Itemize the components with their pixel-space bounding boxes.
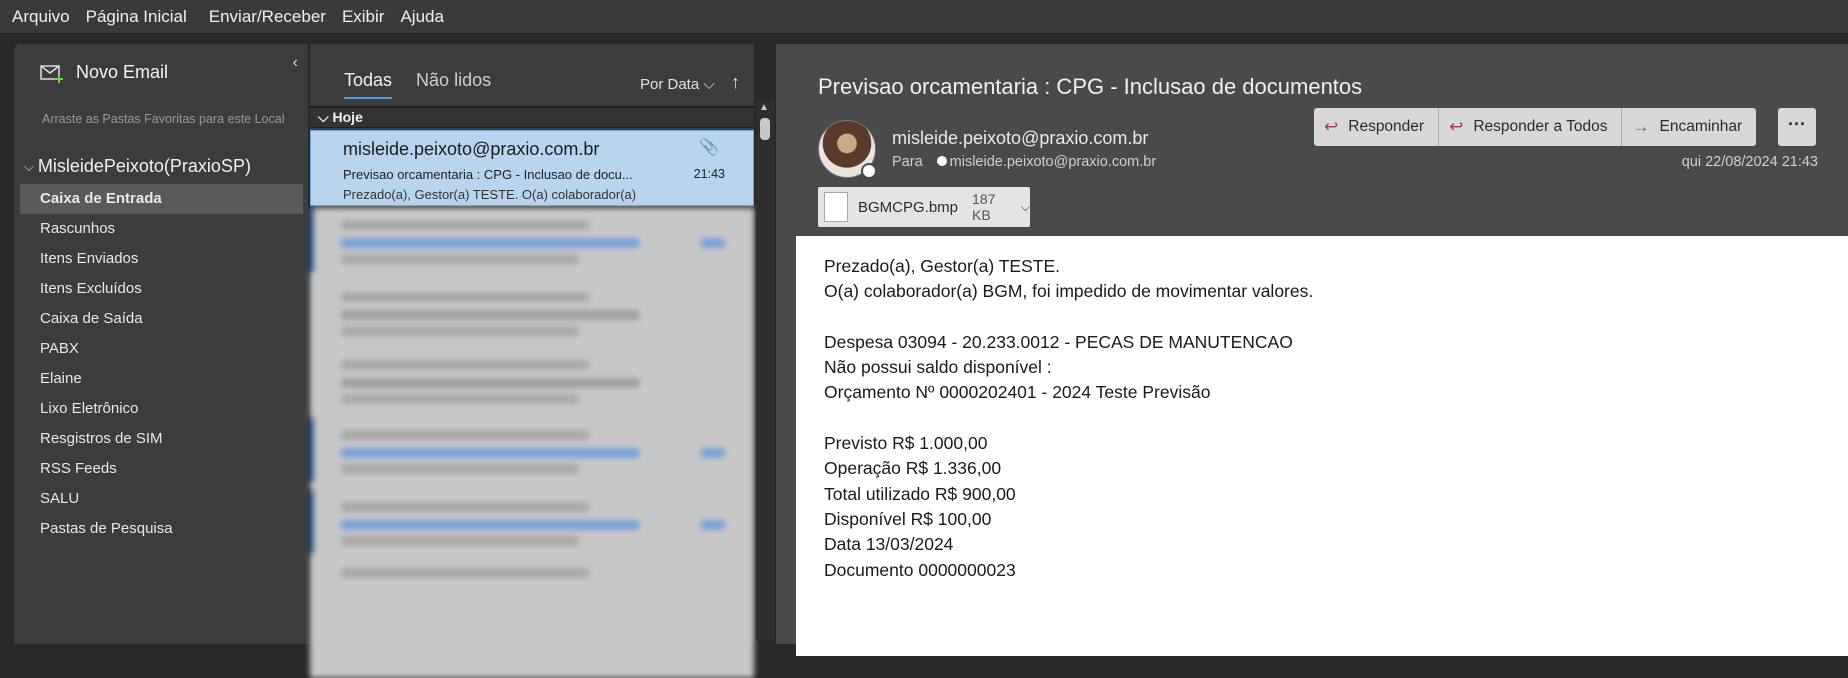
folder-salu[interactable]: SALU [20, 484, 303, 514]
body-line: Orçamento Nº 0000202401 - 2024 Teste Pre… [824, 382, 1211, 403]
to-label: Para [892, 154, 923, 170]
scroll-thumb[interactable] [760, 118, 770, 140]
body-line: Não possui saldo disponível : [824, 357, 1052, 378]
paperclip-icon: 📎 [699, 139, 719, 156]
attachment-chip[interactable]: BGMCPG.bmp 187 KB ⌵ [818, 187, 1030, 227]
avatar[interactable] [818, 120, 877, 179]
new-mail-label: Novo Email [76, 62, 169, 82]
reply-all-icon: ↩ [1449, 117, 1464, 136]
menu-ajuda[interactable]: Ajuda [400, 7, 443, 27]
chevron-down-icon: ⌵ [24, 158, 34, 174]
blurred-message-list [310, 208, 754, 678]
folder-deleted[interactable]: Itens Excluídos [20, 274, 303, 304]
menu-bar: Arquivo Página Inicial Enviar/Receber Ex… [0, 0, 1848, 34]
body-line: Documento 0000000023 [824, 559, 1016, 580]
reply-label: Responder [1348, 118, 1425, 135]
message-from: misleide.peixoto@praxio.com.br [343, 139, 600, 159]
new-mail-icon [40, 64, 63, 83]
message-time: 21:43 [693, 167, 725, 181]
message-title: Previsao orcamentaria : CPG - Inclusao d… [818, 74, 1363, 99]
menu-arquivo[interactable]: Arquivo [12, 7, 70, 27]
folder-elaine[interactable]: Elaine [20, 364, 303, 394]
message-subject: Previsao orcamentaria : CPG - Inclusao d… [343, 167, 633, 182]
attachment-thumbnail [824, 192, 848, 222]
recipient-line: Para misleide.peixoto@praxio.com.br [892, 154, 1156, 170]
collapse-pane-icon[interactable]: ‹ [293, 54, 298, 72]
message-preview: Prezado(a), Gestor(a) TESTE. O(a) colabo… [343, 187, 637, 202]
sort-dropdown[interactable]: Por Data ⌵ [640, 76, 715, 93]
favorites-hint: Arraste as Pastas Favoritas para este Lo… [42, 112, 285, 126]
chevron-down-icon: ⌵ [318, 109, 329, 125]
menu-exibir[interactable]: Exibir [342, 7, 385, 27]
presence-icon [861, 163, 877, 179]
folder-inbox[interactable]: Caixa de Entrada [20, 184, 303, 214]
reading-pane: Previsao orcamentaria : CPG - Inclusao d… [776, 44, 1848, 656]
tab-all[interactable]: Todas [344, 70, 393, 99]
folder-search[interactable]: Pastas de Pesquisa [20, 514, 303, 544]
menu-enviar-receber[interactable]: Enviar/Receber [209, 7, 326, 27]
body-line: Despesa 03094 - 20.233.0012 - PECAS DE M… [824, 331, 1293, 352]
to-address[interactable]: misleide.peixoto@praxio.com.br [950, 154, 1157, 170]
folder-drafts[interactable]: Rascunhos [20, 214, 303, 244]
account-header[interactable]: ⌵ MisleideP​eixoto(PraxioSP) [24, 156, 251, 177]
group-header[interactable]: ⌵ Hoje [310, 106, 754, 128]
body-line: Data 13/03/2024 [824, 534, 954, 555]
reply-all-label: Responder a Todos [1473, 118, 1608, 135]
account-name: MisleideP​eixoto(PraxioSP) [37, 156, 251, 176]
reply-button[interactable]: ↩ Responder [1314, 108, 1440, 146]
menu-pagina-inicial[interactable]: Página Inicial [86, 7, 187, 27]
chevron-down-icon: ⌵ [703, 76, 715, 93]
sort-direction-icon[interactable]: ↑ [731, 72, 740, 93]
message-item-selected[interactable]: misleide.peixoto@praxio.com.br 📎 Previsa… [310, 130, 754, 206]
new-mail-button[interactable]: Novo Email [40, 62, 168, 83]
folder-junk[interactable]: Lixo Eletrônico [20, 394, 303, 424]
scroll-up-icon[interactable]: ▲ [759, 102, 769, 113]
body-line: Disponível R$ 100,00 [824, 508, 992, 529]
filter-tabs: Todas Não lidos [344, 70, 515, 99]
message-list-scrollbar[interactable]: ▲ [756, 100, 774, 640]
reply-all-button[interactable]: ↩ Responder a Todos [1439, 108, 1623, 146]
forward-button[interactable]: → Encaminhar [1622, 108, 1757, 146]
attachment-name: BGMCPG.bmp [858, 198, 959, 216]
reply-icon: ↩ [1324, 117, 1339, 136]
folder-sent[interactable]: Itens Enviados [20, 244, 303, 274]
folder-outbox[interactable]: Caixa de Saída [20, 304, 303, 334]
folder-list: Caixa de Entrada Rascunhos Itens Enviado… [20, 184, 303, 544]
message-date: qui 22/08/2024 21:43 [1681, 154, 1818, 170]
chevron-down-icon[interactable]: ⌵ [1021, 200, 1030, 215]
forward-label: Encaminhar [1659, 118, 1743, 135]
sort-label: Por Data [640, 76, 700, 93]
folder-pane: Novo Email ‹ Arraste as Pastas Favoritas… [14, 44, 308, 644]
folder-rss[interactable]: RSS Feeds [20, 454, 303, 484]
more-actions-button[interactable]: ··· [1778, 108, 1816, 146]
message-actions: ↩ Responder ↩ Responder a Todos → Encaminha… [1314, 108, 1757, 146]
body-line: Previsto R$ 1.000,00 [824, 433, 988, 454]
message-list-pane: Todas Não lidos Por Data ⌵ ↑ ⌵ Hoje misl… [310, 44, 754, 678]
body-line: Total utilizado R$ 900,00 [824, 483, 1016, 504]
body-line: Prezado(a), Gestor(a) TESTE. [824, 256, 1061, 276]
body-line: O(a) colaborador(a) BGM, foi impedido de… [824, 281, 1314, 302]
presence-dot-icon [936, 156, 947, 166]
group-label: Hoje [332, 109, 363, 125]
folder-sim-records[interactable]: Resgistros de SIM [20, 424, 303, 454]
folder-pabx[interactable]: PABX [20, 334, 303, 364]
tab-unread[interactable]: Não lidos [416, 70, 491, 99]
sender-address[interactable]: misleide.peixoto@praxio.com.br [892, 128, 1148, 149]
forward-icon: → [1632, 117, 1650, 136]
message-body: Prezado(a), Gestor(a) TESTE. O(a) colabo… [796, 236, 1848, 656]
body-line: Operação R$ 1.336,00 [824, 458, 1002, 479]
attachment-size: 187 KB [972, 191, 996, 223]
